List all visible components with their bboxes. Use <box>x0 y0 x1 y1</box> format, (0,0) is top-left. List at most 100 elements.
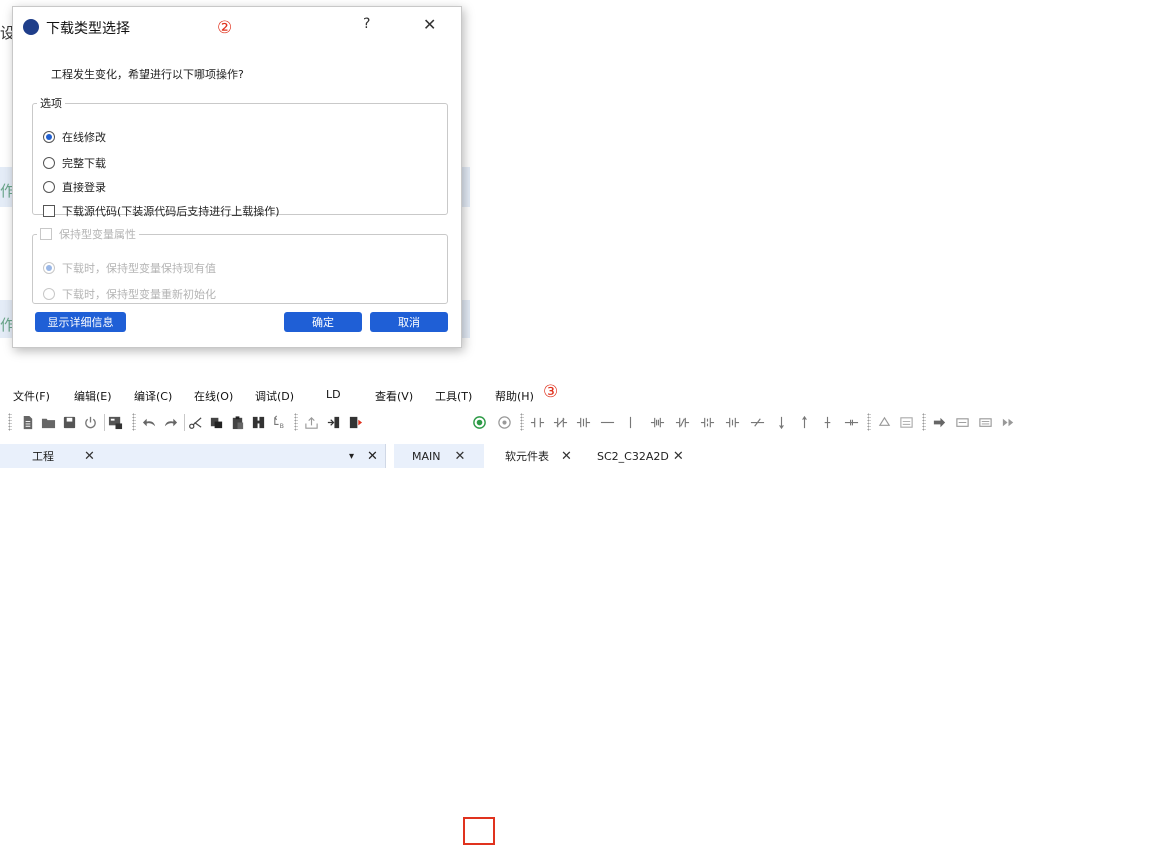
toolbar-grip[interactable] <box>867 413 871 431</box>
menu-bar: 文件(F) 编辑(E) 编译(C) 在线(O) 调试(D) LD 查看(V) 工… <box>0 387 1157 405</box>
radio-indicator[interactable] <box>43 262 55 274</box>
menu-file[interactable]: 文件(F) <box>13 388 50 404</box>
ld-contact-icon[interactable] <box>844 415 859 430</box>
ld-contact-icon[interactable] <box>1001 415 1016 430</box>
menu-compile[interactable]: 编译(C) <box>134 388 172 404</box>
checkbox-indicator[interactable] <box>43 205 55 217</box>
toolbar-grip[interactable] <box>294 413 298 431</box>
radio-label: 下载时，保持型变量保持现有值 <box>62 262 216 275</box>
ld-contact-icon[interactable] <box>530 415 545 430</box>
radio-indicator[interactable] <box>43 288 55 300</box>
radio-keep-value[interactable]: 下载时，保持型变量保持现有值 <box>43 260 216 276</box>
tab-device-table[interactable]: 软元件表 ✕ <box>505 444 572 468</box>
copy-icon[interactable] <box>209 415 224 430</box>
radio-online-modify[interactable]: 在线修改 <box>43 129 106 145</box>
radio-reinitialize[interactable]: 下载时，保持型变量重新初始化 <box>43 286 216 302</box>
ld-contact-icon[interactable] <box>623 415 638 430</box>
menu-tools[interactable]: 工具(T) <box>435 388 472 404</box>
ok-button[interactable]: 确定 <box>284 312 362 332</box>
show-details-button[interactable]: 显示详细信息 <box>35 312 126 332</box>
cut-icon[interactable] <box>188 415 203 430</box>
app-logo-icon <box>23 19 39 35</box>
toolbar-grip[interactable] <box>922 413 926 431</box>
close-icon[interactable]: ✕ <box>455 449 466 464</box>
ld-contact-icon[interactable] <box>899 415 914 430</box>
login-highlight-box <box>463 817 495 845</box>
close-icon[interactable]: ✕ <box>84 449 95 464</box>
toolbar-separator <box>184 414 185 431</box>
radio-indicator[interactable] <box>43 157 55 169</box>
tab-main-label: MAIN <box>412 449 441 463</box>
retain-group-legend[interactable]: 保持型变量属性 <box>37 226 139 242</box>
help-button[interactable]: ? <box>363 16 370 32</box>
ld-contact-icon[interactable] <box>877 415 892 430</box>
tab-module[interactable]: SC2_C32A2D ✕ <box>597 444 684 468</box>
options-group: 选项 在线修改 完整下载 直接登录 下载源代码(下装源代码后支持进行上载操作) <box>32 95 448 218</box>
tab-workspace-label: 工程 <box>32 450 54 463</box>
menu-help[interactable]: 帮助(H) <box>495 388 534 404</box>
tab-device-table-label: 软元件表 <box>505 450 549 463</box>
power-icon[interactable] <box>83 415 98 430</box>
retain-variable-group: 保持型变量属性 下载时，保持型变量保持现有值 下载时，保持型变量重新初始化 <box>32 226 448 304</box>
redo-icon[interactable] <box>163 415 178 430</box>
paste-icon[interactable] <box>230 415 245 430</box>
toolbar-grip[interactable] <box>520 413 524 431</box>
undo-icon[interactable] <box>142 415 157 430</box>
tab-main[interactable]: MAIN ✕ <box>394 444 484 468</box>
ld-contact-icon[interactable] <box>797 415 812 430</box>
ld-contact-icon[interactable] <box>774 415 789 430</box>
download-icon[interactable] <box>326 415 341 430</box>
svg-text:B: B <box>280 422 285 430</box>
close-button[interactable]: ✕ <box>423 15 436 34</box>
download-run-icon[interactable] <box>348 415 363 430</box>
tab-module-label: SC2_C32A2D <box>597 449 669 463</box>
chevron-down-icon[interactable]: ▾ <box>349 451 354 462</box>
options-group-legend: 选项 <box>40 97 62 110</box>
toolbar-grip[interactable] <box>8 413 12 431</box>
ld-contact-icon[interactable] <box>932 415 947 430</box>
radio-label: 直接登录 <box>62 181 106 194</box>
radio-direct-login[interactable]: 直接登录 <box>43 179 106 195</box>
save-icon[interactable] <box>62 415 77 430</box>
menu-online[interactable]: 在线(O) <box>194 388 233 404</box>
toolbar-grip[interactable] <box>132 413 136 431</box>
login-icon[interactable] <box>472 415 487 430</box>
radio-full-download[interactable]: 完整下载 <box>43 155 106 171</box>
close-icon[interactable]: ✕ <box>673 449 684 464</box>
radio-label: 在线修改 <box>62 131 106 144</box>
menu-edit[interactable]: 编辑(E) <box>74 388 112 404</box>
upload-icon[interactable] <box>304 415 319 430</box>
radio-label: 完整下载 <box>62 157 106 170</box>
tab-workspace[interactable]: 工程 ✕ ▾ ✕ <box>0 444 386 468</box>
open-folder-icon[interactable] <box>41 415 56 430</box>
ld-contact-icon[interactable] <box>576 415 591 430</box>
new-file-icon[interactable] <box>20 415 35 430</box>
replace-icon[interactable]: B <box>272 415 287 430</box>
menu-debug[interactable]: 调试(D) <box>255 388 294 404</box>
radio-indicator[interactable] <box>43 181 55 193</box>
annotation-marker-2: ② <box>217 18 233 38</box>
ld-contact-icon[interactable] <box>725 415 740 430</box>
ld-contact-icon[interactable] <box>553 415 568 430</box>
find-icon[interactable] <box>251 415 266 430</box>
ld-contact-icon[interactable] <box>955 415 970 430</box>
radio-indicator[interactable] <box>43 131 55 143</box>
ld-contact-icon[interactable] <box>700 415 715 430</box>
menu-ld[interactable]: LD <box>326 388 341 401</box>
close-icon[interactable]: ✕ <box>367 449 378 464</box>
checkbox-label: 下载源代码(下装源代码后支持进行上载操作) <box>62 205 280 218</box>
close-icon[interactable]: ✕ <box>561 449 572 464</box>
ld-contact-icon[interactable] <box>820 415 835 430</box>
menu-view[interactable]: 查看(V) <box>375 388 413 404</box>
ld-contact-icon[interactable] <box>978 415 993 430</box>
logout-icon[interactable] <box>497 415 512 430</box>
compile-icon[interactable] <box>108 415 123 430</box>
ld-contact-icon[interactable] <box>600 415 615 430</box>
cancel-button[interactable]: 取消 <box>370 312 448 332</box>
ld-contact-icon[interactable] <box>650 415 665 430</box>
ld-contact-icon[interactable] <box>750 415 765 430</box>
checkbox-download-source[interactable]: 下载源代码(下装源代码后支持进行上载操作) <box>43 203 280 219</box>
ld-contact-icon[interactable] <box>675 415 690 430</box>
main-toolbar: B <box>0 407 1157 845</box>
retain-checkbox[interactable] <box>40 228 52 240</box>
